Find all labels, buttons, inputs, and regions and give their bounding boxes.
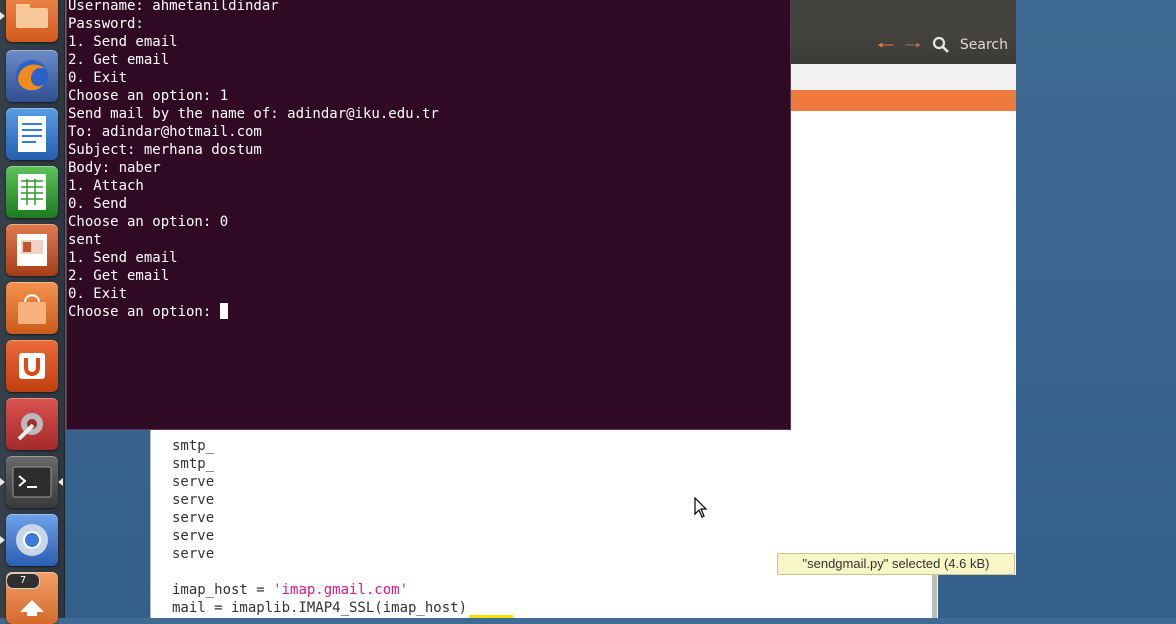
code-line: serve [172, 528, 215, 544]
terminal-window[interactable]: Username: ahmetanildindar Password: 1. S… [66, 0, 791, 430]
launcher-calc[interactable] [6, 166, 58, 218]
terminal-line: Subject: merhana dostum [68, 142, 262, 158]
editor-scrollbar[interactable] [932, 575, 937, 618]
code-line: serve [172, 492, 215, 508]
text-cursor [219, 303, 228, 319]
libreoffice-impress-icon [17, 234, 47, 266]
launcher-writer[interactable] [6, 108, 58, 160]
terminal-line: 1. Attach [68, 178, 144, 194]
terminal-line: 0. Send [68, 196, 128, 212]
code-editor[interactable]: smtp_ smtp_ serve serve serve serve serv… [150, 430, 938, 618]
code-line-imap-host: imap_host = 'imap.gmail.com' [172, 581, 408, 599]
running-indicator [0, 478, 5, 486]
terminal-prompt: Choose an option: [68, 304, 220, 320]
terminal-line: 2. Get email [68, 52, 170, 68]
terminal-line: Body: naber [68, 160, 161, 176]
code-line: smtp_ [172, 456, 215, 472]
code-line-mail: mail = imaplib.IMAP4_SSL(imap_host) [172, 600, 468, 616]
settings-wrench-icon [17, 413, 43, 441]
code-string-literal: 'imap.gmail.com' [273, 582, 409, 598]
file-manager-nav: 🠐 🠒 Search [877, 34, 1008, 56]
code-line: serve [172, 546, 215, 562]
forward-arrow-icon[interactable]: 🠒 [904, 35, 921, 55]
back-arrow-icon[interactable]: 🠐 [877, 35, 894, 55]
folder-icon [16, 4, 48, 28]
terminal-line: Username: ahmetanildindar [68, 0, 279, 14]
launcher-impress[interactable] [6, 224, 58, 276]
firefox-icon [16, 60, 48, 92]
running-indicator [0, 536, 5, 544]
libreoffice-calc-icon [18, 174, 46, 210]
code-line: serve [172, 474, 215, 490]
launcher-firefox[interactable] [6, 50, 58, 102]
launcher-files[interactable] [6, 0, 58, 42]
selection-status-tooltip: "sendgmail.py" selected (4.6 kB) [777, 553, 1015, 575]
terminal-line: Choose an option: 1 [68, 88, 229, 104]
focused-indicator [58, 478, 63, 486]
code-line: serve [172, 510, 215, 526]
update-count-badge: 7 [6, 573, 40, 589]
terminal-line: Choose an option: 0 [68, 214, 229, 230]
terminal-output: Username: ahmetanildindar Password: 1. S… [68, 0, 439, 321]
mouse-pointer-icon [694, 497, 708, 518]
terminal-line: 2. Get email [68, 268, 170, 284]
ubuntu-one-icon [19, 353, 45, 379]
launcher-terminal[interactable] [6, 456, 58, 508]
launcher-chromium[interactable] [6, 514, 58, 566]
libreoffice-writer-icon [18, 116, 46, 152]
terminal-prompt-line[interactable]: Choose an option: [68, 303, 439, 321]
code-line: smtp_ [172, 438, 215, 454]
shopping-bag-icon [18, 294, 46, 324]
search-icon[interactable] [932, 36, 950, 54]
launcher-software-center[interactable] [6, 282, 58, 334]
terminal-line: 1. Send email [68, 250, 178, 266]
terminal-line: sent [68, 232, 102, 248]
running-indicator [0, 12, 5, 20]
terminal-line: Send mail by the name of: adindar@iku.ed… [68, 106, 439, 122]
search-button-label[interactable]: Search [960, 37, 1008, 53]
launcher: 7 [0, 0, 65, 624]
launcher-ubuntu-one[interactable] [6, 340, 58, 392]
terminal-line: Password: [68, 16, 144, 32]
terminal-line: 0. Exit [68, 286, 128, 302]
terminal-line: To: adindar@hotmail.com [68, 124, 262, 140]
terminal-line: 1. Send email [68, 34, 178, 50]
chromium-icon [16, 524, 48, 556]
launcher-system-settings[interactable] [6, 398, 58, 450]
terminal-line: 0. Exit [68, 70, 128, 86]
terminal-icon [12, 466, 52, 498]
code-text: imap_host = [172, 582, 274, 598]
